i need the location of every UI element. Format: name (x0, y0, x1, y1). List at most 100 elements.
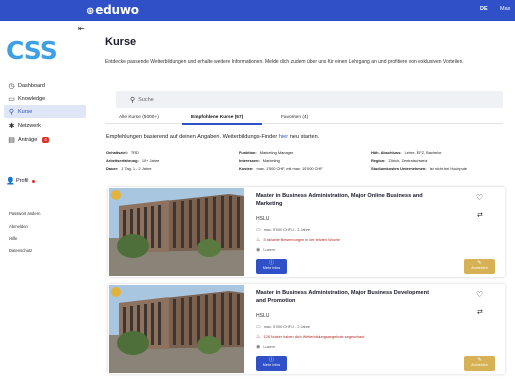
person-icon: 👤 (6, 178, 15, 185)
sidebar-item-antraege[interactable]: ▤ Anträge 4 (4, 133, 86, 146)
apply-button[interactable]: ✎ Anmelden (464, 356, 495, 371)
course-cost-text: max. 5'000 CHF/J - 2 Jahre (263, 228, 311, 232)
filter-label: Höh. Abschluss: (371, 150, 402, 155)
filter-label: Region: (371, 158, 386, 163)
filter-label: Arbeitserfahrung: (106, 158, 139, 163)
brand-logo[interactable]: ⊕eduwo (86, 3, 139, 17)
language-switch[interactable]: DE (480, 6, 488, 12)
dashboard-icon: ◷ (8, 82, 15, 90)
course-location-text: Luzern (263, 345, 275, 349)
more-info-label: Mehr Infos (262, 363, 281, 367)
search-icon: ⚲ (8, 108, 15, 116)
favorite-heart-icon[interactable]: ♡ (476, 290, 483, 299)
course-title[interactable]: Master in Business Administration, Major… (256, 193, 431, 208)
sidebar-item-label: Knowledge (18, 95, 46, 102)
filter-value: 10+ Jahre (141, 158, 160, 163)
course-cost-text: max. 5'000 CHF/J - 2 Jahre (263, 325, 311, 329)
change-password-link[interactable]: Passwort ändern (9, 211, 40, 216)
course-card[interactable]: Master in Business Administration, Major… (108, 187, 505, 277)
filter-label: Studiumkosten Unternehmen: (371, 166, 427, 171)
more-info-button[interactable]: ⓘ Mehr Infos (256, 259, 287, 274)
apply-button[interactable]: ✎ Anmelden (464, 259, 495, 274)
privacy-link[interactable]: Datenschutz (9, 248, 32, 253)
sidebar-item-netzwerk[interactable]: ✱ Netzwerk (4, 119, 86, 132)
sidebar-item-dashboard[interactable]: ◷ Dashboard (4, 79, 86, 92)
active-tab-indicator (182, 123, 262, 125)
search-input[interactable]: ⚲ Suche (116, 91, 503, 108)
clipboard-icon: ▤ (8, 136, 15, 144)
filter-value: Ist nicht bei Hochpute (429, 166, 467, 171)
filter-value: TRD (130, 150, 139, 155)
apply-label: Anmelden (471, 266, 488, 270)
course-institution: HSLU (256, 216, 270, 222)
filter-item: Studiumkosten Unternehmen: Ist nicht bei … (371, 166, 467, 171)
logout-link[interactable]: Abmelden (9, 224, 28, 229)
location-pin-icon: ◉ (256, 344, 261, 350)
filter-value: 1 Tag, 1 - 2 Jahre (121, 166, 152, 171)
page-title: Kurse (105, 36, 137, 48)
course-popularity: ♨ 128 Nutzer haben dich Weiterbildungsang… (256, 334, 364, 340)
sidebar-item-profil[interactable]: 👤 Profil (6, 177, 35, 185)
filter-label: Dauer: (106, 166, 119, 171)
page-intro: Entdecke passende Weiterbildungen und er… (105, 59, 464, 65)
sidebar-item-label: Kurse (18, 108, 33, 115)
more-info-label: Mehr Infos (262, 266, 281, 270)
filter-value: Marketing Manager (259, 150, 294, 155)
tab-empfohlene-kurse[interactable]: Empfohlene Kurse (57) (191, 115, 243, 120)
filter-item: Gehaltsziel: TRD (106, 150, 139, 155)
notification-badge: 4 (42, 136, 49, 143)
main-content: Kurse Entdecke passende Weiterbildungen … (93, 21, 515, 382)
brand-mark-icon: ⊕ (86, 6, 95, 17)
fire-icon: ♨ (256, 334, 261, 340)
sidebar-item-label: Dashboard (18, 82, 45, 89)
filter-item: Arbeitserfahrung: 10+ Jahre (106, 158, 159, 163)
filter-value: max. 1'500 CHF, mit max. 10'000 CHF (256, 166, 323, 171)
filter-value: Zürich, Zentralschweiz (388, 158, 428, 163)
course-title[interactable]: Master in Business Administration, Major… (256, 290, 431, 305)
filter-label: Gehaltsziel: (106, 150, 128, 155)
filter-item: Interessen: Marketing (239, 158, 280, 163)
course-card[interactable]: Master in Business Administration, Major… (108, 284, 505, 374)
sidebar: CSS ⇤ ◷ Dashboard ▭ Knowledge ⚲ Kurse ✱ … (0, 21, 93, 382)
location-pin-icon: ◉ (256, 247, 261, 253)
user-menu[interactable]: Max (500, 6, 510, 12)
filter-item: Funktion: Marketing Manager (239, 150, 293, 155)
filter-item: Region: Zürich, Zentralschweiz (371, 158, 427, 163)
tab-favoriten[interactable]: Favoriten (4) (281, 115, 308, 120)
favorite-heart-icon[interactable]: ♡ (476, 193, 483, 202)
alert-dot (31, 179, 35, 183)
course-popularity: ♨ 5 aktuelle Bewerbungen in der letzten W… (256, 237, 340, 243)
course-location: ◉ Luzern (256, 344, 275, 350)
course-popularity-text: 5 aktuelle Bewerbungen in der letzten Wo… (263, 238, 340, 242)
sidebar-item-knowledge[interactable]: ▭ Knowledge (4, 92, 86, 105)
help-link[interactable]: Hilfe (9, 236, 17, 241)
filter-label: Funktion: (239, 150, 257, 155)
search-placeholder: Suche (138, 96, 154, 103)
course-location: ◉ Luzern (256, 247, 275, 253)
course-institution: HSLU (256, 313, 270, 319)
top-bar: ⊕eduwo DE Max (0, 0, 515, 21)
compare-arrows-icon[interactable]: ⇄ (477, 211, 483, 219)
apply-label: Anmelden (471, 363, 488, 367)
book-icon: ▭ (8, 95, 15, 103)
filter-value: Marketing (262, 158, 280, 163)
fire-icon: ♨ (256, 237, 261, 243)
filter-item: Höh. Abschluss: Lehre, EFZ, Bachelor (371, 150, 442, 155)
course-popularity-text: 128 Nutzer haben dich Weiterbildungsange… (263, 335, 365, 339)
restart-finder-link[interactable]: hier (279, 134, 288, 140)
tab-alle-kurse[interactable]: Alle Kurse (5000+) (119, 115, 159, 120)
sidebar-item-label: Anträge (18, 136, 38, 143)
more-info-button[interactable]: ⓘ Mehr Infos (256, 356, 287, 371)
compare-arrows-icon[interactable]: ⇄ (477, 308, 483, 316)
recommendation-note: Empfehlungen basierend auf deinen Angabe… (106, 134, 319, 140)
sidebar-item-label: Profil (16, 178, 29, 184)
course-cost: ▭ max. 5'000 CHF/J - 2 Jahre (256, 324, 310, 330)
reco-text: Empfehlungen basierend auf deinen Angabe… (106, 134, 279, 140)
filter-item: Kosten: max. 1'500 CHF, mit max. 10'000 C… (239, 166, 323, 171)
sidebar-item-kurse[interactable]: ⚲ Kurse (4, 105, 86, 118)
filter-value: Lehre, EFZ, Bachelor (404, 150, 442, 155)
course-location-text: Luzern (263, 248, 275, 252)
sidebar-item-label: Netzwerk (18, 122, 41, 129)
collapse-left-icon[interactable]: ⇤ (78, 24, 85, 33)
network-icon: ✱ (8, 122, 15, 130)
